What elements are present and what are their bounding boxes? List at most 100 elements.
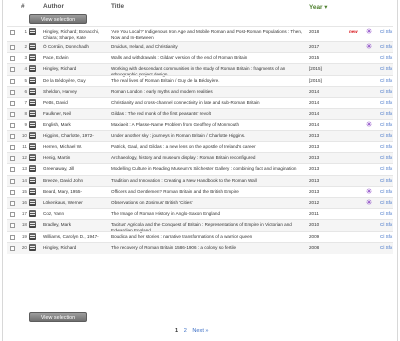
result-row[interactable]: 20 Hingley, Richard The recovery of Roman … [7, 242, 393, 254]
row-links[interactable]: Cl Sfx [380, 133, 392, 138]
next-page-link[interactable]: Next » [192, 328, 208, 334]
result-row[interactable]: 15 Beard, Mary, 1955- Officers and Gentlem… [7, 186, 393, 197]
altmetric-icon[interactable]: ✳ [365, 199, 373, 207]
row-title-link[interactable]: Boudica and her stories : narrative tran… [111, 234, 305, 240]
row-year: 2013 [309, 155, 320, 160]
row-title-link[interactable]: Walls and withdrawals : Gildas' version … [111, 55, 305, 61]
select-checkbox[interactable] [10, 134, 15, 139]
record-type-icon [29, 28, 36, 35]
row-links[interactable]: Cl Sfx [380, 44, 392, 49]
select-checkbox[interactable] [10, 167, 15, 172]
select-checkbox[interactable] [10, 223, 15, 228]
result-row[interactable]: 18 Bradley, Mark Tacitus' Agricola and the… [7, 219, 393, 233]
row-title-link[interactable]: Under another sky : journeys in Roman Br… [111, 133, 305, 139]
row-title-link[interactable]: Modelling Culture in Reading Museum's Si… [111, 166, 305, 172]
result-row[interactable]: 13 Greenaway, Jill Modelling Culture in Re… [7, 163, 393, 175]
header-year-sorted[interactable]: Year ▾ [309, 3, 328, 11]
select-checkbox[interactable] [10, 246, 15, 251]
results-header: # Author Title Year ▾ [7, 2, 393, 12]
select-checkbox[interactable] [10, 179, 15, 184]
result-row[interactable]: 4 Hingley, Richard Working with descendant… [7, 63, 393, 77]
row-links[interactable]: Cl Sfx [380, 200, 392, 205]
result-row[interactable]: 16 Lökenkaus, Werner Observations on Zosim… [7, 197, 393, 208]
result-row[interactable]: 6 Sheldon, Harvey Roman London : early myt… [7, 86, 393, 97]
row-links[interactable]: Cl Sfx [380, 89, 392, 94]
select-checkbox[interactable] [10, 56, 15, 61]
view-selection-button-bottom[interactable]: View selection [29, 312, 87, 322]
altmetric-icon[interactable]: ✳ [365, 121, 373, 129]
view-selection-button[interactable]: View selection [29, 14, 87, 24]
select-checkbox[interactable] [10, 145, 15, 150]
row-links[interactable]: Cl Sfx [380, 222, 392, 227]
row-links[interactable]: Cl Sfx [380, 66, 392, 71]
row-title-link[interactable]: Gildas : The red monk of the first peasa… [111, 111, 305, 117]
row-title-link[interactable]: The Image of Roman History in Anglo-Saxo… [111, 211, 305, 217]
row-title-link[interactable]: Christianity and cross-channel connectiv… [111, 100, 305, 106]
altmetric-icon[interactable]: ✳ [365, 43, 373, 51]
row-links[interactable]: Cl Sfx [380, 166, 392, 171]
select-checkbox[interactable] [10, 235, 15, 240]
header-title[interactable]: Title [111, 3, 124, 10]
select-checkbox[interactable] [10, 67, 15, 72]
row-links[interactable]: Cl Sfx [380, 55, 392, 60]
result-row[interactable]: 9 English, Mark Maxiaeit : A Plasse-Name P… [7, 119, 393, 130]
result-row[interactable]: 10 Higgins, Charlotte, 1972- Under another… [7, 130, 393, 141]
row-number: 7 [24, 100, 27, 105]
results-panel: # Author Title Year ▾ View selection 1 Hi… [2, 0, 398, 341]
select-checkbox[interactable] [10, 112, 15, 117]
row-number: 19 [21, 234, 27, 239]
row-links[interactable]: Cl Sfx [380, 111, 392, 116]
select-checkbox[interactable] [10, 190, 15, 195]
row-author: Hingley, Richard; Bonacchi, Chiara; Shar… [43, 29, 100, 40]
row-links[interactable]: Cl Sfx [380, 29, 392, 34]
result-row[interactable]: 5 De la Bédoyère, Guy The real lives of Ro… [7, 75, 393, 86]
row-title-link[interactable]: Archaeology, history and museum display … [111, 155, 305, 161]
row-title-link[interactable]: The recovery of Roman Britain 1586-1906 … [111, 245, 305, 251]
select-checkbox[interactable] [10, 101, 15, 106]
select-checkbox[interactable] [10, 123, 15, 128]
row-title-link[interactable]: 'Are You Local?' Indigenous Iron Age and… [111, 29, 305, 40]
row-links[interactable]: Cl Sfx [380, 122, 392, 127]
row-title-link[interactable]: Maxiaeit : A Plasse-Name Problem from Ge… [111, 122, 305, 128]
result-row[interactable]: 1 Hingley, Richard; Bonacchi, Chiara; Sha… [7, 26, 393, 41]
select-checkbox[interactable] [10, 79, 15, 84]
row-links[interactable]: Cl Sfx [380, 78, 392, 83]
result-row[interactable]: 11 Herren, Michael W. Patrick, Gaul, and G… [7, 141, 393, 152]
row-title-link[interactable]: Roman London : early myths and modern re… [111, 89, 305, 95]
row-links[interactable]: Cl Sfx [380, 245, 392, 250]
select-checkbox[interactable] [10, 212, 15, 217]
row-links[interactable]: Cl Sfx [380, 100, 392, 105]
row-title-link[interactable]: Observations on Zosimus' British 'Cities… [111, 200, 305, 206]
result-row[interactable]: 7 Petts, David Christianity and cross-chan… [7, 97, 393, 108]
select-checkbox[interactable] [10, 90, 15, 95]
page-2-link[interactable]: 2 [184, 328, 187, 334]
row-links[interactable]: Cl Sfx [380, 144, 392, 149]
select-checkbox[interactable] [10, 45, 15, 50]
record-type-icon [29, 199, 36, 206]
row-title-link[interactable]: The real lives of Roman Britain / Guy de… [111, 78, 305, 84]
row-links[interactable]: Cl Sfx [380, 155, 392, 160]
result-row[interactable]: 8 Faulkner, Neil Gildas : The red monk of … [7, 108, 393, 119]
altmetric-icon[interactable]: ✳ [365, 188, 373, 196]
row-year: 2008 [309, 245, 320, 250]
select-checkbox[interactable] [10, 30, 15, 35]
row-links[interactable]: Cl Sfx [380, 189, 392, 194]
row-links[interactable]: Cl Sfx [380, 234, 392, 239]
row-title-link[interactable]: Officers and Gentlemen? Roman Britain an… [111, 189, 305, 195]
result-row[interactable]: 3 Pace, Edwin Walls and withdrawals : Gild… [7, 52, 393, 63]
result-row[interactable]: 17 Coz, Yann The Image of Roman History in… [7, 208, 393, 219]
result-row[interactable]: 12 Henig, Martin Archaeology, history and … [7, 152, 393, 163]
row-links[interactable]: Cl Sfx [380, 211, 392, 216]
row-title-link[interactable]: Tradition and Innovation : Creating a Ne… [111, 178, 305, 184]
row-title-link[interactable]: Patrick, Gaul, and Gildas : a new lens o… [111, 144, 305, 150]
result-row[interactable]: 14 Breeze, David John Tradition and Innova… [7, 175, 393, 186]
select-checkbox[interactable] [10, 201, 15, 206]
result-row[interactable]: 2 Ó Corráin, Donnchadh Druidus, Ireland, a… [7, 41, 393, 52]
row-links[interactable]: Cl Sfx [380, 178, 392, 183]
row-title-link[interactable]: Druidus, Ireland, and Christianity [111, 44, 305, 50]
row-year: 2013 [309, 189, 320, 194]
result-row[interactable]: 19 Williams, Carolyn D., 1947- Boudica and… [7, 231, 393, 242]
header-author[interactable]: Author [43, 3, 64, 10]
select-checkbox[interactable] [10, 156, 15, 161]
altmetric-icon[interactable]: ✳ [365, 28, 373, 36]
